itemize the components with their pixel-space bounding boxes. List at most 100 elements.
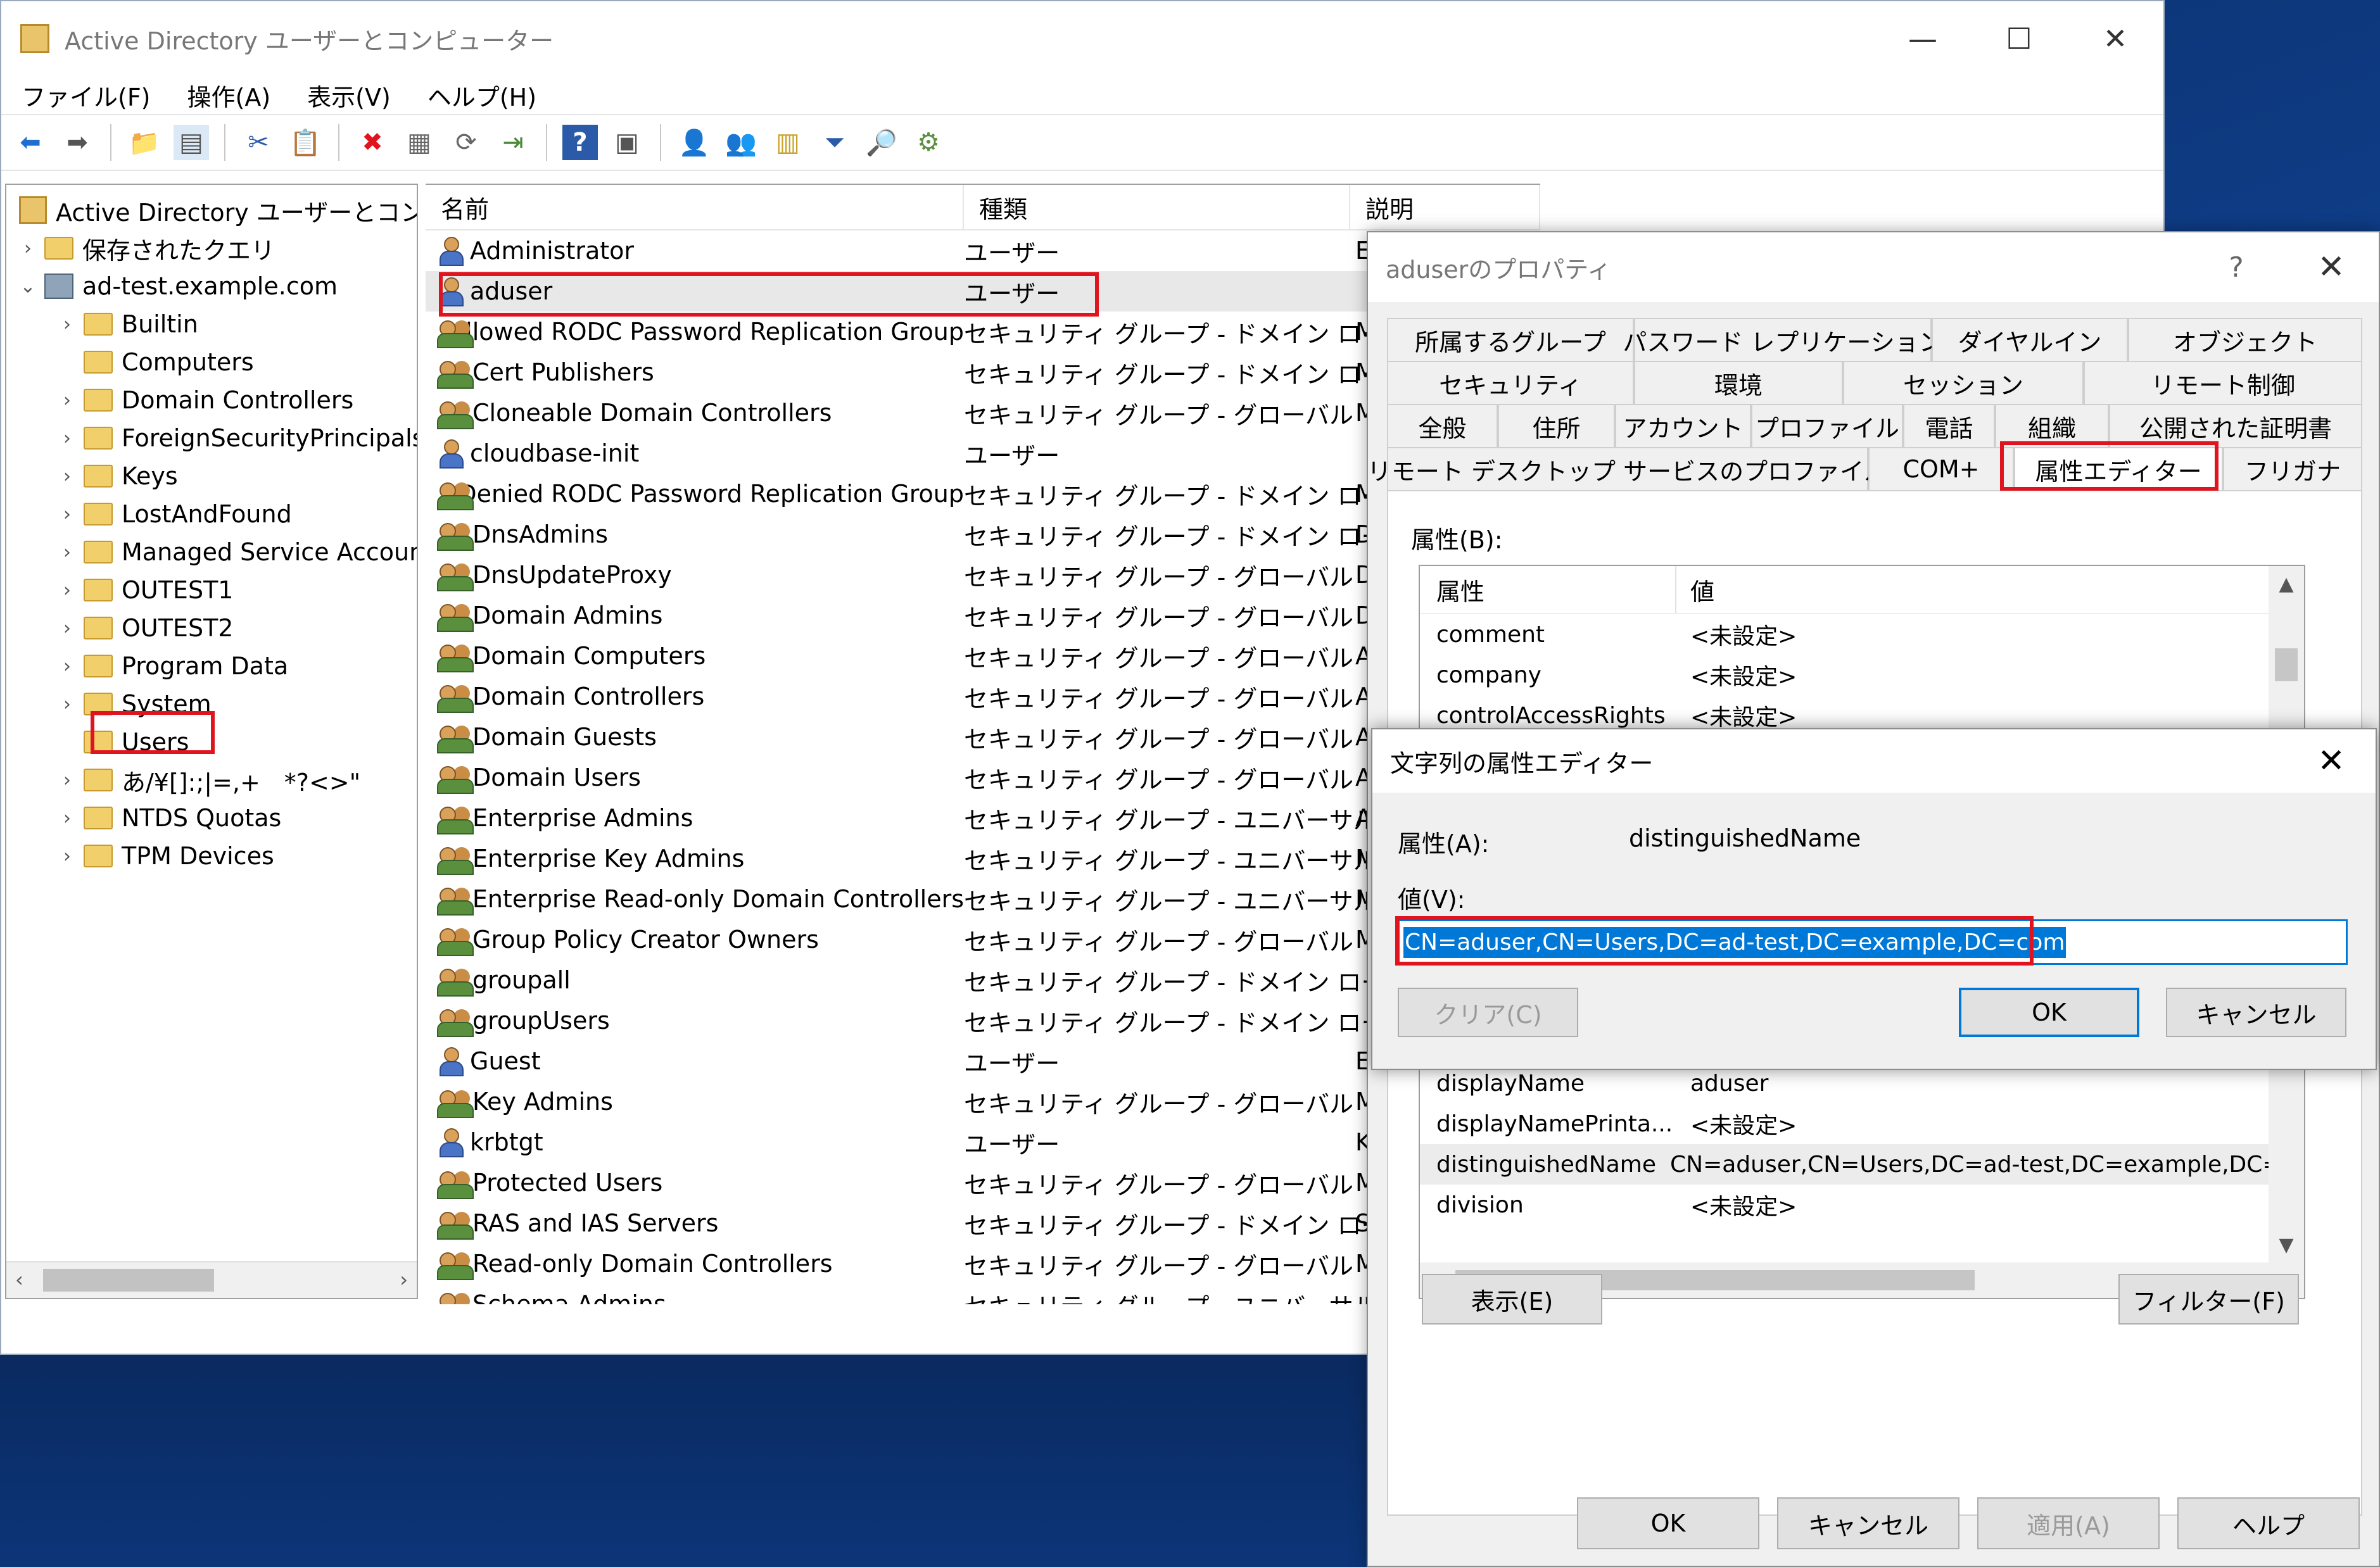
chevron-right-icon[interactable]: › <box>54 807 80 829</box>
menu-help[interactable]: ヘルプ(H) <box>427 78 536 113</box>
clear-button[interactable]: クリア(C) <box>1398 988 1578 1037</box>
tab-organization[interactable]: 組織 <box>1995 404 2109 447</box>
attribute-row[interactable]: division <未設定> <box>1420 1185 2271 1225</box>
tree-item-program-data[interactable]: › Program Data <box>54 647 288 685</box>
maximize-button[interactable]: ☐ <box>1971 1 2067 76</box>
tab-rds-profile[interactable]: リモート デスクトップ サービスのプロファイル <box>1367 447 1888 490</box>
new-user-icon[interactable]: 👤 <box>676 125 712 160</box>
menu-action[interactable]: 操作(A) <box>187 78 271 113</box>
paste-icon[interactable]: 📋 <box>288 125 323 160</box>
column-header-type[interactable]: 種類 <box>964 185 1350 229</box>
chevron-right-icon[interactable]: › <box>54 313 80 336</box>
tree-saved-queries[interactable]: › 保存されたクエリ <box>15 229 275 267</box>
back-arrow-icon[interactable]: ⬅ <box>13 125 48 160</box>
chevron-right-icon[interactable]: › <box>15 237 41 260</box>
chevron-right-icon[interactable]: › <box>54 769 80 791</box>
chevron-right-icon[interactable]: › <box>54 465 80 488</box>
scroll-thumb[interactable] <box>2275 648 2298 681</box>
tree-item-special-chars-ou[interactable]: › あ/¥[]:;|=,+ *?<>" <box>54 761 360 799</box>
delete-icon[interactable]: ✖ <box>355 125 390 160</box>
tab-sessions[interactable]: セッション <box>1843 361 2084 404</box>
menu-file[interactable]: ファイル(F) <box>22 78 151 113</box>
scroll-up-icon[interactable]: ▲ <box>2269 566 2304 601</box>
scroll-down-icon[interactable]: ▼ <box>2269 1227 2304 1262</box>
chevron-down-icon[interactable]: ⌄ <box>15 275 41 298</box>
tab-object[interactable]: オブジェクト <box>2128 318 2362 361</box>
help-question-icon[interactable]: ? <box>2189 251 2284 284</box>
tree-item-domain-controllers[interactable]: › Domain Controllers <box>54 381 353 419</box>
column-header-name[interactable]: 名前 <box>426 185 964 229</box>
find-icon[interactable]: 🔎 <box>864 125 899 160</box>
tab-account[interactable]: アカウント <box>1615 404 1751 447</box>
chevron-right-icon[interactable]: › <box>54 845 80 867</box>
minimize-button[interactable]: — <box>1875 1 1971 76</box>
export-list-icon[interactable]: ⇥ <box>495 125 531 160</box>
tree-item-ntds-quotas[interactable]: › NTDS Quotas <box>54 799 281 837</box>
show-hide-tree-icon[interactable]: ▤ <box>174 125 209 160</box>
menu-view[interactable]: 表示(V) <box>307 78 391 113</box>
column-header-value[interactable]: 値 <box>1676 572 1714 607</box>
tab-published-certificates[interactable]: 公開された証明書 <box>2109 404 2362 447</box>
tab-profile[interactable]: プロファイル <box>1751 404 1903 447</box>
tab-address[interactable]: 住所 <box>1498 404 1615 447</box>
chevron-right-icon[interactable]: › <box>54 427 80 450</box>
apply-button[interactable]: 適用(A) <box>1977 1497 2160 1549</box>
tab-dial-in[interactable]: ダイヤルイン <box>1932 318 2128 361</box>
tree-horizontal-scrollbar[interactable]: ‹ › <box>6 1261 417 1298</box>
cancel-button[interactable]: キャンセル <box>2166 988 2346 1037</box>
tree-item-outest1[interactable]: › OUTEST1 <box>54 571 233 609</box>
cut-icon[interactable]: ✂ <box>241 125 276 160</box>
add-to-group-icon[interactable]: ⚙ <box>911 125 946 160</box>
column-header-description[interactable]: 説明 <box>1350 185 1540 229</box>
filter-button[interactable]: フィルター(F) <box>2118 1274 2299 1325</box>
scroll-left-icon[interactable]: ‹ <box>15 1268 23 1292</box>
tree-root[interactable]: Active Directory ユーザーとコンピュー <box>15 191 417 229</box>
chevron-right-icon[interactable]: › <box>54 617 80 639</box>
close-icon[interactable]: ✕ <box>2287 742 2376 780</box>
forward-arrow-icon[interactable]: ➡ <box>60 125 95 160</box>
chevron-right-icon[interactable]: › <box>54 579 80 601</box>
tab-com-plus[interactable]: COM+ <box>1868 447 2014 490</box>
scroll-thumb[interactable] <box>43 1269 214 1292</box>
attribute-row[interactable]: comment <未設定> <box>1420 614 2304 655</box>
ok-button[interactable]: OK <box>1577 1497 1759 1549</box>
tree-item-computers[interactable]: Computers <box>54 343 254 381</box>
chevron-right-icon[interactable]: › <box>54 389 80 412</box>
filter-icon[interactable]: ⏷ <box>817 125 852 160</box>
chevron-right-icon[interactable]: › <box>54 655 80 677</box>
tab-general[interactable]: 全般 <box>1387 404 1498 447</box>
refresh-icon[interactable]: ⟳ <box>448 125 484 160</box>
close-button[interactable]: ✕ <box>2067 1 2163 76</box>
view-button[interactable]: 表示(E) <box>1422 1274 1602 1325</box>
chevron-right-icon[interactable]: › <box>54 541 80 563</box>
tree-item-lost-and-found[interactable]: › LostAndFound <box>54 495 292 533</box>
help-icon[interactable]: ? <box>562 125 598 160</box>
tab-member-of[interactable]: 所属するグループ <box>1387 318 1634 361</box>
up-folder-icon[interactable]: 📁 <box>127 125 162 160</box>
scroll-right-icon[interactable]: › <box>400 1268 408 1292</box>
action-pane-icon[interactable]: ▣ <box>609 125 645 160</box>
column-header-attribute[interactable]: 属性 <box>1420 566 1676 613</box>
help-button[interactable]: ヘルプ <box>2177 1497 2360 1549</box>
ok-button[interactable]: OK <box>1959 988 2139 1037</box>
tab-password-replication[interactable]: パスワード レプリケーション <box>1623 318 1943 361</box>
tab-telephones[interactable]: 電話 <box>1903 404 1995 447</box>
tab-environment[interactable]: 環境 <box>1634 361 1843 404</box>
attribute-row[interactable]: distinguishedName CN=aduser,CN=Users,DC=a… <box>1420 1144 2271 1185</box>
tab-remote-control[interactable]: リモート制御 <box>2084 361 2362 404</box>
new-group-icon[interactable]: 👥 <box>723 125 759 160</box>
cancel-button[interactable]: キャンセル <box>1777 1497 1959 1549</box>
tab-furigana[interactable]: フリガナ <box>2223 447 2362 490</box>
chevron-right-icon[interactable]: › <box>54 693 80 715</box>
tree-item-managed-service-accounts[interactable]: › Managed Service Accounts <box>54 533 417 571</box>
attribute-row[interactable]: company <未設定> <box>1420 655 2304 695</box>
properties-icon[interactable]: ▦ <box>402 125 437 160</box>
attribute-row[interactable]: displayNamePrinta... <未設定> <box>1420 1104 2271 1144</box>
tree-item-builtin[interactable]: › Builtin <box>54 305 198 343</box>
chevron-right-icon[interactable]: › <box>54 503 80 525</box>
new-ou-icon[interactable]: ▥ <box>770 125 806 160</box>
tab-security[interactable]: セキュリティ <box>1387 361 1634 404</box>
tree-item-keys[interactable]: › Keys <box>54 457 178 495</box>
tree-item-foreign-security-principals[interactable]: › ForeignSecurityPrincipals <box>54 419 417 457</box>
tree-domain[interactable]: ⌄ ad-test.example.com <box>15 267 338 305</box>
